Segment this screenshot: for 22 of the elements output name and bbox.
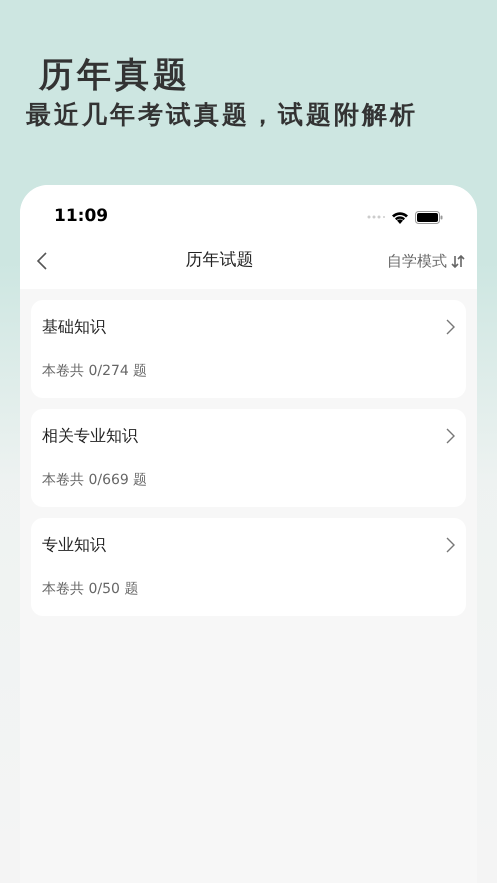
wifi-icon <box>391 210 409 224</box>
headline-subtitle: 最近几年考试真题，试题附解析 <box>26 99 418 131</box>
nav-title: 历年试题 <box>186 249 254 272</box>
chevron-right-icon <box>446 428 455 444</box>
paper-card[interactable]: 相关专业知识 本卷共 0/669 题 <box>31 409 466 507</box>
paper-count: 本卷共 0/50 题 <box>42 580 140 599</box>
paper-card[interactable]: 基础知识 本卷共 0/274 题 <box>31 300 466 398</box>
status-time: 11:09 <box>54 205 108 228</box>
paper-title: 基础知识 <box>42 316 106 338</box>
chevron-right-icon <box>446 319 455 335</box>
battery-icon <box>415 210 443 224</box>
paper-count: 本卷共 0/669 题 <box>42 471 148 490</box>
back-icon <box>36 251 48 271</box>
headline-title: 历年真题 <box>39 55 191 95</box>
paper-title: 相关专业知识 <box>42 425 138 447</box>
sort-icon <box>451 254 465 268</box>
paper-title: 专业知识 <box>42 534 106 556</box>
mode-button[interactable]: 自学模式 <box>387 250 465 272</box>
paper-count: 本卷共 0/274 题 <box>42 362 148 381</box>
paper-card[interactable]: 专业知识 本卷共 0/50 题 <box>31 518 466 616</box>
signal-icon <box>367 215 385 219</box>
chevron-right-icon <box>446 537 455 553</box>
